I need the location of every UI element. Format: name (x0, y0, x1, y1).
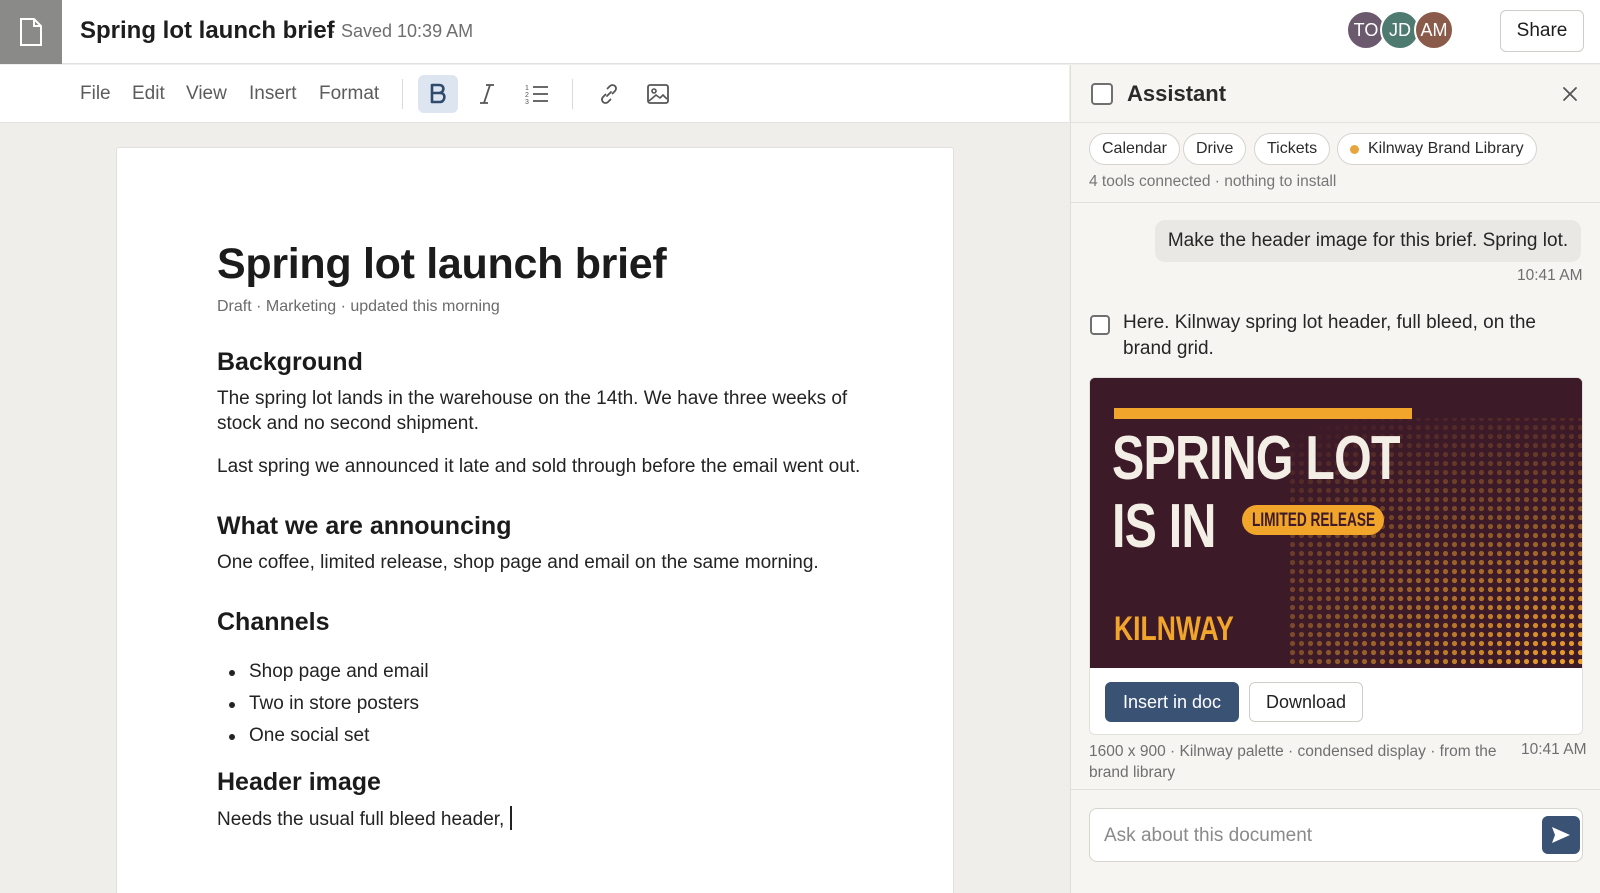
share-button[interactable]: Share (1500, 10, 1584, 52)
user-message: Make the header image for this brief. Sp… (1155, 220, 1581, 262)
ask-input[interactable] (1104, 821, 1514, 851)
divider (1071, 789, 1600, 790)
list-item: Shop page and email (217, 656, 429, 688)
tool-chip-calendar[interactable]: Calendar (1089, 133, 1180, 165)
assistant-panel: Assistant Calendar Drive Tickets Kilnway… (1070, 65, 1600, 893)
send-button[interactable] (1542, 816, 1580, 854)
download-button[interactable]: Download (1249, 682, 1363, 722)
paragraph-background-1: The spring lot lands in the warehouse on… (217, 388, 848, 434)
assistant-header: Assistant (1071, 65, 1600, 123)
assistant-panel-icon (1091, 83, 1113, 105)
paragraph-background-2: Last spring we announced it late and sol… (217, 456, 861, 477)
saved-status: · Saved 10:39 AM (330, 21, 474, 41)
generated-header-image[interactable]: SPRING LOT IS IN LIMITED RELEASE KILNWAY (1090, 378, 1582, 668)
menu-edit[interactable]: Edit (132, 83, 165, 105)
tool-chip-tickets[interactable]: Tickets (1254, 133, 1331, 165)
svg-text:3: 3 (525, 99, 529, 105)
numbered-list-icon[interactable]: 123 (517, 75, 557, 113)
heading-header-image: Header image (217, 768, 381, 796)
avatar-am[interactable]: AM (1414, 10, 1454, 50)
chip-label: Tickets (1267, 140, 1318, 157)
banner-line-2: IS IN (1112, 492, 1216, 561)
chip-label: Drive (1196, 140, 1234, 157)
menu-format[interactable]: Format (319, 83, 379, 105)
image-meta: 1600 x 900 · Kilnway palette · condensed… (1089, 743, 1497, 781)
assistant-avatar-icon (1090, 315, 1110, 335)
banner-brand: KILNWAY (1114, 610, 1234, 648)
tool-chip-drive[interactable]: Drive (1183, 133, 1247, 165)
heading-background: Background (217, 348, 363, 376)
document-page[interactable]: Spring lot launch brief Draft · Marketin… (116, 147, 954, 893)
document-icon[interactable] (0, 0, 62, 64)
editor-toolbar: File Edit View Insert Format 123 (0, 65, 1069, 123)
svg-text:1: 1 (525, 85, 529, 92)
document-title[interactable]: Spring lot launch brief (80, 17, 335, 45)
banner-line-1: SPRING LOT (1112, 424, 1401, 493)
tools-connected-note: 4 tools connected · nothing to install (1089, 173, 1337, 190)
bold-icon[interactable] (418, 75, 458, 113)
chip-label: Kilnway Brand Library (1368, 140, 1524, 157)
menu-view[interactable]: View (186, 83, 227, 105)
user-message-time: 10:41 AM (1517, 267, 1583, 284)
list-item: One social set (217, 720, 429, 752)
menu-insert[interactable]: Insert (249, 83, 297, 105)
toolbar-divider (402, 79, 403, 109)
document-heading: Spring lot launch brief (217, 240, 667, 288)
insert-in-doc-button[interactable]: Insert in doc (1105, 682, 1239, 722)
svg-text:2: 2 (525, 92, 529, 99)
chip-label: Calendar (1102, 140, 1167, 157)
top-bar: Spring lot launch brief · Saved 10:39 AM… (0, 0, 1600, 64)
heading-channels: Channels (217, 608, 330, 636)
user-message-text: Make the header image for this brief. Sp… (1167, 230, 1569, 251)
document-meta: Draft · Marketing · updated this morning (217, 298, 500, 315)
generated-image-card: SPRING LOT IS IN LIMITED RELEASE KILNWAY… (1089, 377, 1583, 735)
paragraph-header-image[interactable]: Needs the usual full bleed header, (217, 806, 877, 832)
badge-label: LIMITED RELEASE (1252, 510, 1376, 531)
limited-release-badge: LIMITED RELEASE (1242, 505, 1384, 535)
toolbar-divider (572, 79, 573, 109)
document-canvas: Spring lot launch brief Draft · Marketin… (0, 123, 1069, 893)
channels-list: Shop page and email Two in store posters… (217, 656, 429, 752)
image-icon[interactable] (638, 75, 678, 113)
assistant-input-box (1089, 808, 1583, 862)
assistant-title: Assistant (1127, 81, 1227, 106)
paragraph-announcing: One coffee, limited release, shop page a… (217, 552, 819, 573)
list-item: Two in store posters (217, 688, 429, 720)
assistant-message: Here. Kilnway spring lot header, full bl… (1123, 312, 1536, 359)
text-cursor (510, 806, 513, 830)
link-icon[interactable] (589, 75, 629, 113)
divider (1071, 202, 1600, 203)
heading-announcing: What we are announcing (217, 512, 512, 540)
send-icon (1552, 827, 1570, 843)
paragraph-text: Needs the usual full bleed header, (217, 809, 505, 830)
image-time: 10:41 AM (1521, 741, 1587, 758)
menu-file[interactable]: File (80, 83, 111, 105)
italic-icon[interactable] (467, 75, 507, 113)
tool-chip-brand-library[interactable]: Kilnway Brand Library (1337, 133, 1537, 165)
close-icon[interactable] (1559, 83, 1581, 105)
status-dot-icon (1350, 144, 1359, 154)
